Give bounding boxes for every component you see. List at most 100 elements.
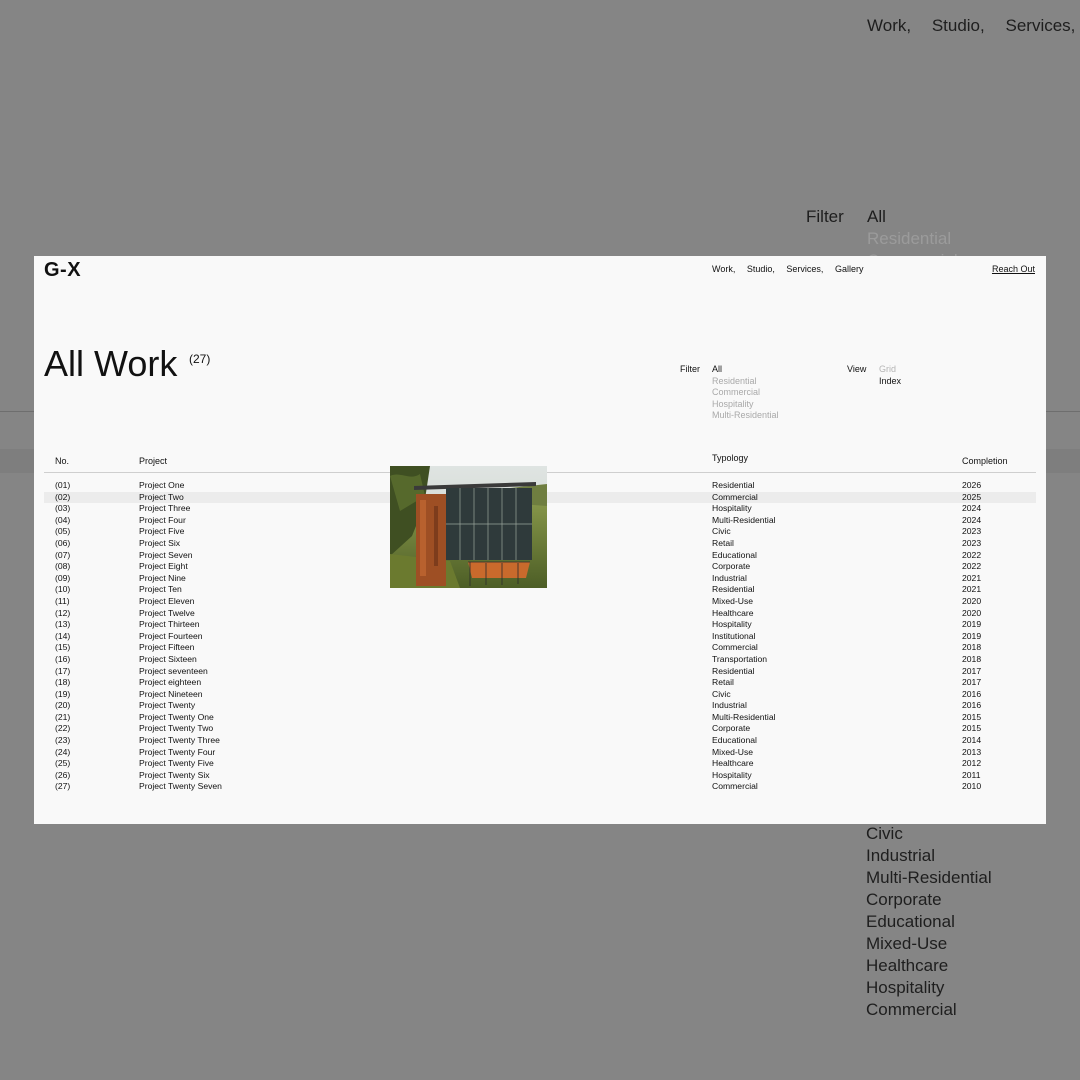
- background-list-item: Corporate: [866, 890, 942, 909]
- table-row[interactable]: (24) Project Twenty Four Mixed-Use 2013: [44, 747, 1036, 759]
- project-name: Project Four: [139, 514, 186, 525]
- view-grid[interactable]: Grid: [879, 364, 901, 376]
- project-typology: Healthcare: [712, 758, 754, 769]
- project-completion-year: 2017: [962, 665, 982, 676]
- project-typology: Hospitality: [712, 769, 752, 780]
- table-row[interactable]: (25) Project Twenty Five Healthcare 2012: [44, 758, 1036, 770]
- filter-all[interactable]: All: [712, 364, 779, 376]
- view-index[interactable]: Index: [879, 376, 901, 388]
- project-typology: Multi-Residential: [712, 711, 776, 722]
- project-typology: Mixed-Use: [712, 595, 754, 606]
- project-number: (15): [55, 642, 71, 653]
- project-typology: Multi-Residential: [712, 514, 776, 525]
- project-number: (24): [55, 746, 71, 757]
- project-typology: Mixed-Use: [712, 746, 754, 757]
- table-row[interactable]: (15) Project Fifteen Commercial 2018: [44, 642, 1036, 654]
- project-completion-year: 2018: [962, 642, 982, 653]
- project-typology: Residential: [712, 480, 755, 490]
- project-typology: Civic: [712, 526, 731, 537]
- view-label: View: [847, 364, 867, 374]
- project-completion-year: 2015: [962, 711, 982, 722]
- table-row[interactable]: (26) Project Twenty Six Hospitality 2011: [44, 770, 1036, 782]
- nav-work[interactable]: Work,: [712, 264, 735, 274]
- project-count: (27): [189, 352, 211, 366]
- project-name: Project Fourteen: [139, 630, 203, 641]
- nav-services[interactable]: Services,: [786, 264, 823, 274]
- project-typology: Corporate: [712, 723, 751, 734]
- project-number: (01): [55, 480, 71, 490]
- project-number: (02): [55, 491, 71, 502]
- table-row[interactable]: (22) Project Twenty Two Corporate 2015: [44, 723, 1036, 735]
- table-row[interactable]: (19) Project Nineteen Civic 2016: [44, 689, 1036, 701]
- table-row[interactable]: (20) Project Twenty Industrial 2016: [44, 700, 1036, 712]
- project-name: Project Three: [139, 503, 191, 514]
- column-header-project: Project: [139, 456, 168, 466]
- project-name: Project Six: [139, 537, 181, 548]
- reach-out-link[interactable]: Reach Out: [992, 264, 1035, 274]
- project-completion-year: 2023: [962, 526, 982, 537]
- project-typology: Educational: [712, 735, 757, 746]
- page-title: All Work: [44, 343, 178, 384]
- table-row[interactable]: (23) Project Twenty Three Educational 2014: [44, 735, 1036, 747]
- site-logo[interactable]: G-X: [44, 259, 81, 282]
- table-row[interactable]: (11) Project Eleven Mixed-Use 2020: [44, 596, 1036, 608]
- background-list-item: Industrial: [866, 846, 935, 865]
- column-header-typology: Typology: [712, 453, 749, 463]
- project-typology: Residential: [712, 584, 755, 595]
- background-list-item: Hospitality: [866, 978, 945, 997]
- table-row[interactable]: (21) Project Twenty One Multi-Residential 2…: [44, 712, 1036, 724]
- project-number: (13): [55, 619, 71, 630]
- background-nav-work: Work,: [867, 16, 912, 35]
- project-name: Project Sixteen: [139, 653, 197, 664]
- table-row[interactable]: (14) Project Fourteen Institutional 2019: [44, 631, 1036, 643]
- project-typology: Commercial: [712, 781, 758, 792]
- filter-residential[interactable]: Residential: [712, 376, 779, 388]
- project-completion-year: 2025: [962, 491, 982, 502]
- project-name: Project Seven: [139, 549, 193, 560]
- project-completion-year: 2019: [962, 619, 982, 630]
- project-typology: Transportation: [712, 653, 768, 664]
- project-name: Project Nine: [139, 572, 186, 583]
- filter-hospitality[interactable]: Hospitality: [712, 399, 779, 411]
- project-completion-year: 2022: [962, 549, 982, 560]
- project-typology: Industrial: [712, 700, 747, 711]
- project-number: (23): [55, 735, 71, 746]
- table-row[interactable]: (13) Project Thirteen Hospitality 2019: [44, 619, 1036, 631]
- nav-studio[interactable]: Studio,: [747, 264, 775, 274]
- project-typology: Retail: [712, 677, 734, 688]
- table-row[interactable]: (27) Project Twenty Seven Commercial 2010: [44, 781, 1036, 793]
- project-completion-year: 2014: [962, 735, 982, 746]
- project-completion-year: 2020: [962, 595, 982, 606]
- project-number: (04): [55, 514, 71, 525]
- project-name: Project Five: [139, 526, 185, 537]
- project-number: (27): [55, 781, 71, 792]
- nav-gallery[interactable]: Gallery: [835, 264, 864, 274]
- background-list-item: Educational: [866, 912, 955, 931]
- project-number: (12): [55, 607, 71, 618]
- background-filter-residential: Residential: [867, 229, 952, 248]
- project-name: Project Two: [139, 491, 184, 502]
- project-typology: Residential: [712, 665, 755, 676]
- project-number: (06): [55, 537, 71, 548]
- project-typology: Corporate: [712, 561, 751, 572]
- view-options: Grid Index: [879, 364, 901, 387]
- project-typology: Hospitality: [712, 619, 752, 630]
- project-completion-year: 2024: [962, 503, 982, 514]
- project-number: (07): [55, 549, 71, 560]
- house-photo-icon: [390, 466, 547, 588]
- project-number: (09): [55, 572, 71, 583]
- filter-commercial[interactable]: Commercial: [712, 387, 779, 399]
- project-name: Project Fifteen: [139, 642, 195, 653]
- project-name: Project Twenty Two: [139, 723, 214, 734]
- table-row[interactable]: (17) Project seventeen Residential 2017: [44, 666, 1036, 678]
- background-list-item: Healthcare: [866, 956, 949, 975]
- table-row[interactable]: (12) Project Twelve Healthcare 2020: [44, 608, 1036, 620]
- project-name: Project Twenty Four: [139, 746, 216, 757]
- project-number: (21): [55, 711, 71, 722]
- project-name: Project Twenty Seven: [139, 781, 222, 792]
- table-row[interactable]: (18) Project eighteen Retail 2017: [44, 677, 1036, 689]
- project-number: (26): [55, 769, 71, 780]
- website-window: G-X Work, Studio, Services, Gallery Reac…: [34, 256, 1046, 824]
- filter-multi-residential[interactable]: Multi-Residential: [712, 410, 779, 422]
- table-row[interactable]: (16) Project Sixteen Transportation 2018: [44, 654, 1036, 666]
